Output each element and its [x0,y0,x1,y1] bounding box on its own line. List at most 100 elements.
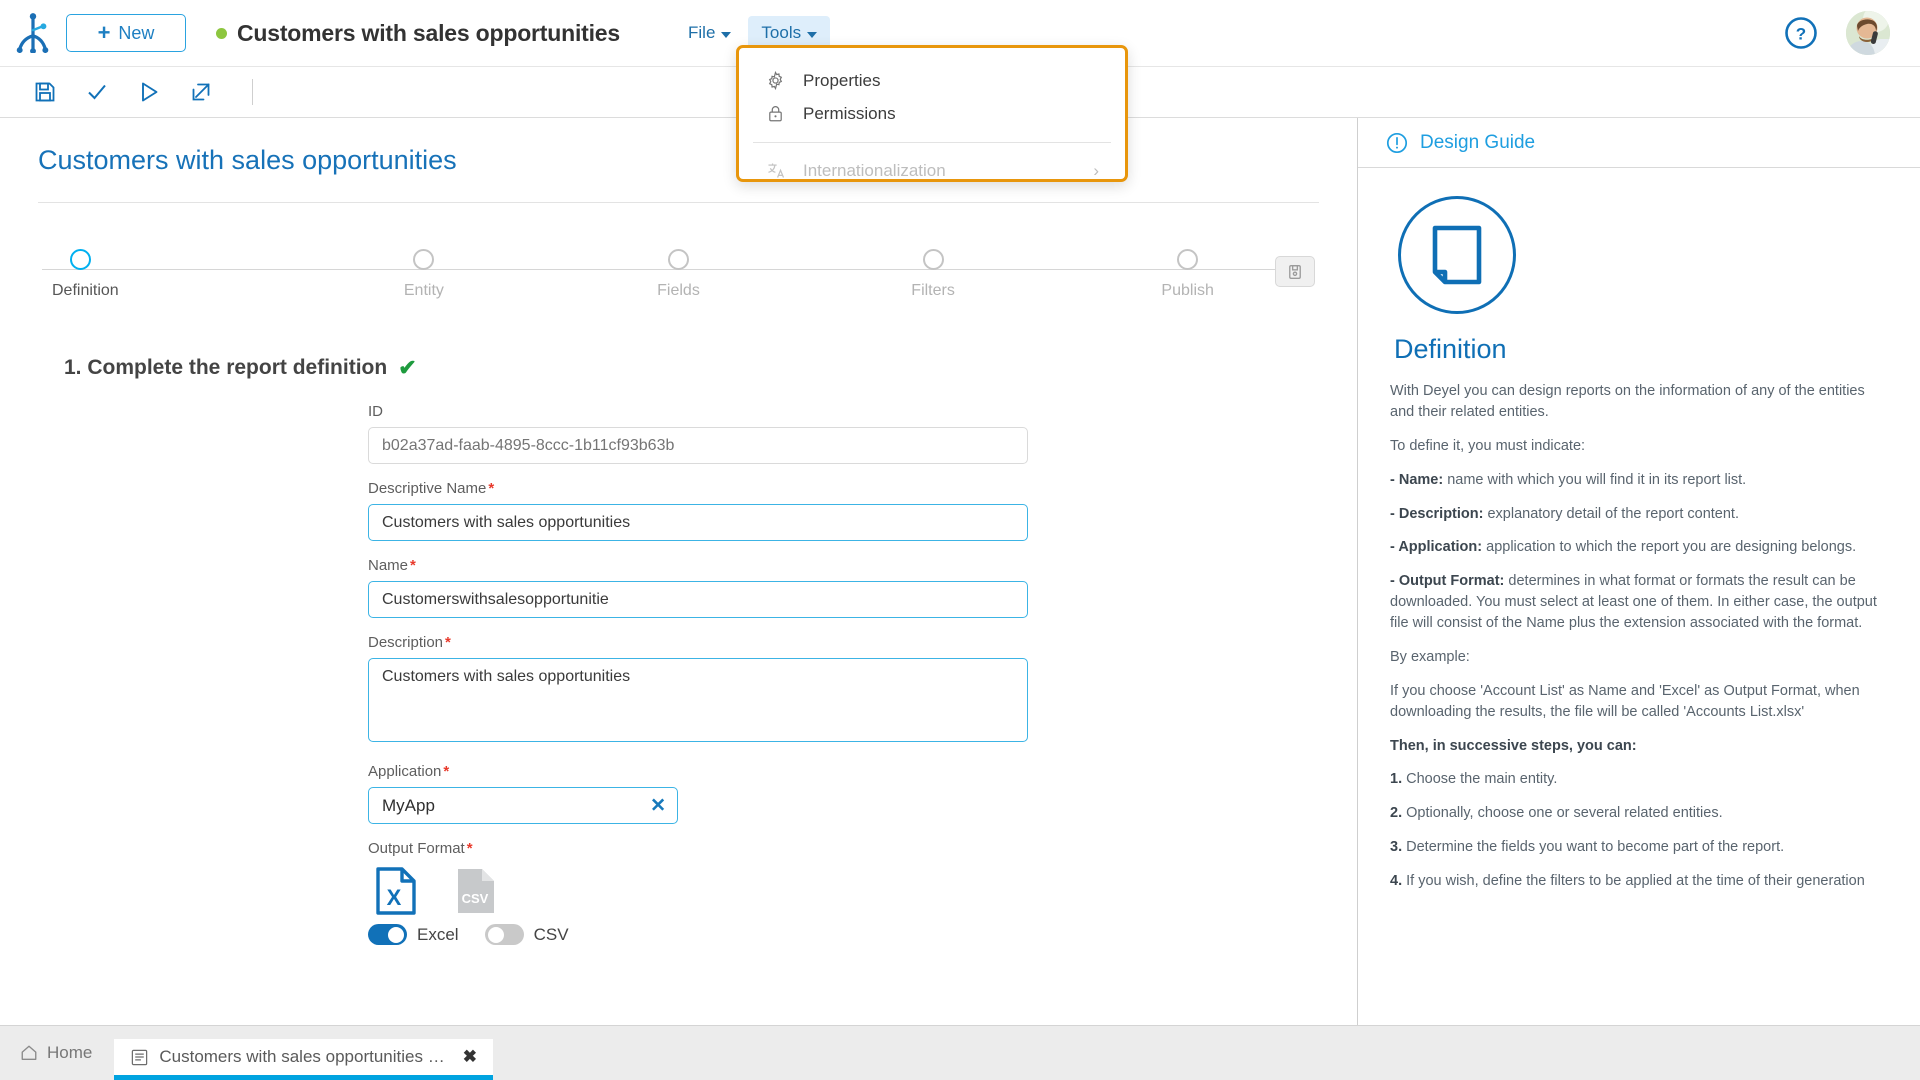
output-format-label-text: Output Format [368,840,465,857]
guide-bold-prefix: Then, in successive steps, you can: [1390,738,1637,754]
page-title: Customers with sales opportunities [0,118,1357,176]
question-circle-icon[interactable]: ? [1784,16,1818,50]
taskbar-tab[interactable]: Customers with sales opportunities … ✖ [114,1039,493,1080]
guide-paragraph-text: name with which you will find it in its … [1447,472,1746,488]
field-application-label: Application* [368,763,1028,780]
design-guide-header[interactable]: Design Guide [1358,118,1920,168]
check-icon: ✔ [398,355,416,381]
menu-item-internationalization-label: Internationalization [803,161,946,181]
toggle-csv[interactable]: CSV [485,924,569,945]
x-clear-icon[interactable]: ✕ [650,796,666,815]
save-icon[interactable] [30,77,60,107]
step-definition[interactable]: Definition [42,249,297,300]
guide-bold-prefix: - Output Format: [1390,573,1504,589]
taskbar-home-item[interactable]: Home [0,1032,114,1073]
field-name: Name* [368,557,1028,618]
toggle-knob [488,927,504,943]
toggle-knob [388,927,404,943]
guide-paragraph: To define it, you must indicate: [1390,436,1888,457]
main-content: Customers with sales opportunities Defin… [0,118,1357,1025]
guide-paragraph: - Description: explanatory detail of the… [1390,504,1888,525]
guide-bold-prefix: - Description: [1390,506,1483,522]
status-dot-icon [216,28,227,39]
application-input[interactable] [368,787,678,824]
guide-bold-prefix: - Application: [1390,539,1482,555]
lock-save-icon [1286,263,1304,281]
menu-item-permissions[interactable]: Permissions [739,97,1125,130]
section-heading-label: 1. Complete the report definition [64,356,387,380]
stepper-save-lock-button[interactable] [1275,256,1315,287]
field-id: ID [368,403,1028,464]
step-entity-label: Entity [404,282,444,300]
field-descriptive-name: Descriptive Name* [368,480,1028,541]
toggle-excel-switch[interactable] [368,924,407,945]
svg-text:?: ? [1796,25,1806,44]
guide-paragraph-text: application to which the report you are … [1486,539,1856,555]
toggle-csv-label: CSV [534,925,569,945]
wizard-stepper: Definition Entity Fields Filters Publish [42,249,1315,319]
close-icon[interactable]: ✖ [463,1047,477,1067]
guide-paragraph: - Output Format: determines in what form… [1390,571,1888,634]
required-marker: * [410,557,416,574]
play-icon[interactable] [134,77,164,107]
field-name-label: Name* [368,557,1028,574]
toggle-excel[interactable]: Excel [368,924,459,945]
guide-paragraph: By example: [1390,647,1888,668]
application-input-wrap: ✕ [368,787,678,824]
field-output-format: Output Format* X CSV [368,840,1028,945]
step-entity[interactable]: Entity [297,249,552,300]
descriptive-name-input[interactable] [368,504,1028,541]
info-circle-icon [1386,132,1408,154]
descriptive-name-label-text: Descriptive Name [368,480,486,497]
step-definition-label: Definition [52,282,119,300]
menu-item-properties-label: Properties [803,71,880,91]
field-output-format-label: Output Format* [368,840,1028,857]
taskbar-home-label: Home [47,1043,92,1063]
check-icon[interactable] [82,77,112,107]
menu-item-permissions-label: Permissions [803,104,896,124]
top-bar-right: ? [1784,11,1920,55]
taskbar-tab-label: Customers with sales opportunities … [159,1047,444,1067]
stepper-steps: Definition Entity Fields Filters Publish [42,249,1315,300]
format-csv: CSV [448,867,504,915]
description-label-text: Description [368,634,443,651]
guide-paragraph-text: Optionally, choose one or several relate… [1406,805,1723,821]
name-input[interactable] [368,581,1028,618]
new-button-label: New [118,23,154,44]
app-logo[interactable] [0,13,66,53]
step-node-icon [70,249,91,270]
csv-file-icon: CSV [455,867,497,915]
id-input[interactable] [368,427,1028,464]
avatar[interactable] [1846,11,1890,55]
step-filters[interactable]: Filters [806,249,1061,300]
step-fields-label: Fields [657,282,700,300]
menu-file[interactable]: File [675,16,744,50]
menu-item-properties[interactable]: Properties [739,64,1125,97]
field-application: Application* ✕ [368,763,1028,824]
guide-paragraph: 2. Optionally, choose one or several rel… [1390,803,1888,824]
required-marker: * [467,840,473,857]
deyel-logo-icon [14,13,52,53]
menu-tools-label: Tools [761,23,801,43]
guide-paragraph-text: Determine the fields you want to become … [1406,839,1784,855]
toggle-excel-label: Excel [417,925,459,945]
user-avatar-image [1846,11,1890,55]
step-node-icon [668,249,689,270]
translate-icon [765,161,785,181]
menu-item-internationalization[interactable]: Internationalization › [739,154,1125,187]
description-textarea[interactable] [368,658,1028,742]
application-label-text: Application [368,763,441,780]
title-divider [38,202,1319,203]
guide-paragraph-text: explanatory detail of the report content… [1487,506,1739,522]
chevron-down-icon [807,32,817,38]
required-marker: * [445,634,451,651]
share-export-icon[interactable] [186,77,216,107]
toggle-csv-switch[interactable] [485,924,524,945]
step-fields[interactable]: Fields [551,249,806,300]
new-button[interactable]: + New [66,14,186,52]
design-guide-body: Definition With Deyel you can design rep… [1358,168,1920,892]
guide-bold-prefix: 1. [1390,771,1402,787]
format-excel: X [368,867,424,915]
document-title-group: Customers with sales opportunities [216,20,620,47]
guide-paragraph: - Name: name with which you will find it… [1390,470,1888,491]
